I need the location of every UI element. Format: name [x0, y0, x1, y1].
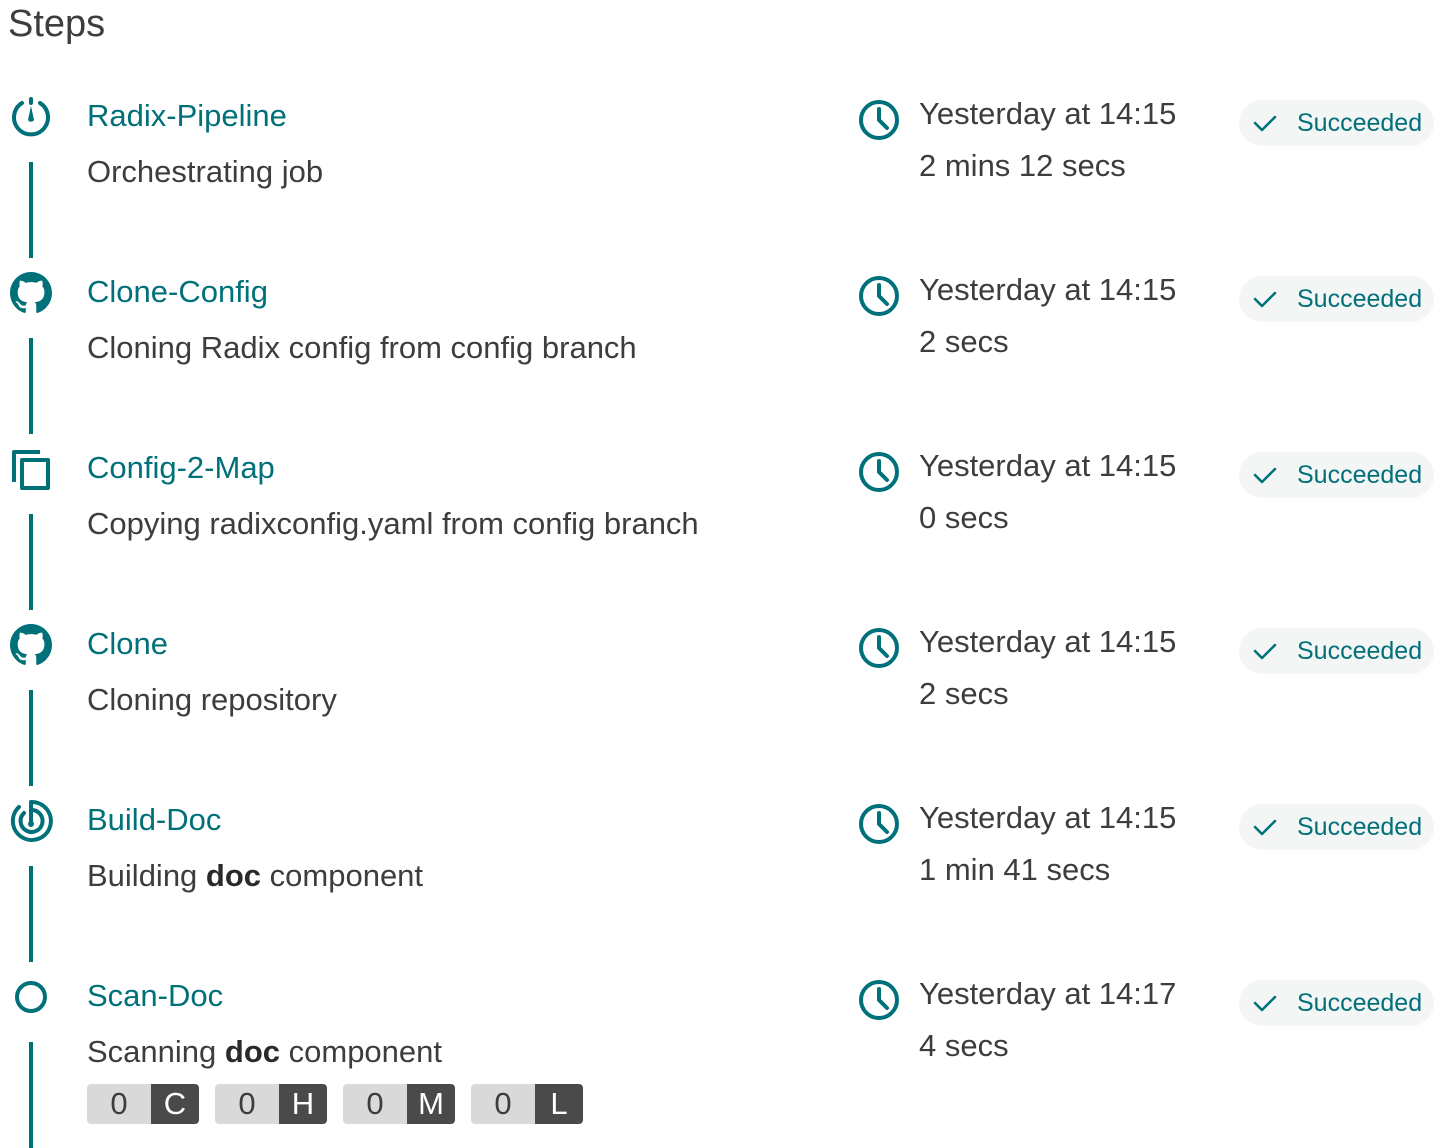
vulnerability-badge-critical: 0 C [87, 1084, 199, 1124]
clock-icon [857, 978, 901, 1022]
step-name-link[interactable]: Clone-Config [87, 272, 268, 312]
step-radix-pipeline: Radix-Pipeline Orchestrating job Yesterd… [0, 82, 1443, 258]
vulnerability-level: M [407, 1084, 455, 1124]
status-badge: Succeeded [1239, 980, 1434, 1026]
vulnerability-level: H [279, 1084, 327, 1124]
step-started-time: Yesterday at 14:15 [919, 96, 1177, 131]
vulnerability-level: L [535, 1084, 583, 1124]
vulnerability-count: 0 [343, 1084, 407, 1124]
step-duration: 0 secs [919, 500, 1009, 535]
step-description: Cloning Radix config from config branch [87, 330, 637, 365]
step-description-prefix: Scanning [87, 1034, 225, 1069]
page-title: Steps [8, 3, 106, 45]
clock-icon [857, 450, 901, 494]
status-label: Succeeded [1297, 461, 1423, 489]
vulnerability-count: 0 [87, 1084, 151, 1124]
step-description: Orchestrating job [87, 154, 324, 189]
timeline-connector [29, 866, 33, 962]
status-label: Succeeded [1297, 637, 1423, 665]
status-label: Succeeded [1297, 813, 1423, 841]
timeline-connector [29, 690, 33, 786]
vulnerability-count: 0 [471, 1084, 535, 1124]
step-started-time: Yesterday at 14:15 [919, 448, 1177, 483]
step-scan-doc: Scan-Doc Scanning doc component 0 C 0 H … [0, 962, 1443, 1148]
status-badge: Succeeded [1239, 628, 1434, 674]
step-started-time: Yesterday at 14:15 [919, 272, 1177, 307]
check-icon [1251, 637, 1279, 665]
vulnerability-level: C [151, 1084, 199, 1124]
step-name-link[interactable]: Scan-Doc [87, 976, 223, 1016]
circle-outline-icon [8, 974, 54, 1020]
step-duration: 4 secs [919, 1028, 1009, 1063]
vulnerability-summary: 0 C 0 H 0 M 0 L [87, 1084, 583, 1124]
component-name: doc [224, 1034, 281, 1069]
check-icon [1251, 813, 1279, 841]
check-icon [1251, 109, 1279, 137]
check-icon [1251, 461, 1279, 489]
timeline-connector [29, 1042, 33, 1148]
status-label: Succeeded [1297, 109, 1423, 137]
step-name-link[interactable]: Radix-Pipeline [87, 96, 287, 136]
timeline-connector [29, 514, 33, 610]
check-icon [1251, 989, 1279, 1017]
timeline-connector [29, 162, 33, 258]
step-started-time: Yesterday at 14:17 [919, 976, 1177, 1011]
step-duration: 2 secs [919, 676, 1009, 711]
step-description-suffix: component [280, 1034, 443, 1069]
github-icon [8, 622, 54, 668]
step-description: Building doc component [87, 856, 423, 896]
step-description-prefix: Building [87, 858, 206, 893]
check-icon [1251, 285, 1279, 313]
github-icon [8, 270, 54, 316]
step-description: Cloning repository [87, 682, 337, 717]
step-config-2-map: Config-2-Map Copying radixconfig.yaml fr… [0, 434, 1443, 610]
status-badge: Succeeded [1239, 100, 1434, 146]
step-description: Copying radixconfig.yaml from config bra… [87, 506, 699, 541]
step-started-time: Yesterday at 14:15 [919, 800, 1177, 835]
step-duration: 2 secs [919, 324, 1009, 359]
clock-icon [857, 802, 901, 846]
status-label: Succeeded [1297, 285, 1423, 313]
vulnerability-badge-high: 0 H [215, 1084, 327, 1124]
clock-icon [857, 98, 901, 142]
step-clone: Clone Cloning repository Yesterday at 14… [0, 610, 1443, 786]
step-duration: 2 mins 12 secs [919, 148, 1126, 183]
vulnerability-badge-medium: 0 M [343, 1084, 455, 1124]
step-description-suffix: component [261, 858, 424, 893]
vulnerability-badge-low: 0 L [471, 1084, 583, 1124]
step-duration: 1 min 41 secs [919, 852, 1111, 887]
clock-icon [857, 274, 901, 318]
clock-icon [857, 626, 901, 670]
status-badge: Succeeded [1239, 452, 1434, 498]
pipeline-gauge-icon [8, 94, 54, 140]
step-name-link[interactable]: Config-2-Map [87, 448, 275, 488]
component-name: doc [205, 858, 262, 893]
status-badge: Succeeded [1239, 804, 1434, 850]
status-badge: Succeeded [1239, 276, 1434, 322]
step-clone-config: Clone-Config Cloning Radix config from c… [0, 258, 1443, 434]
step-started-time: Yesterday at 14:15 [919, 624, 1177, 659]
vulnerability-count: 0 [215, 1084, 279, 1124]
timeline-connector [29, 338, 33, 434]
status-label: Succeeded [1297, 989, 1423, 1017]
step-description: Scanning doc component [87, 1032, 442, 1072]
step-name-link[interactable]: Clone [87, 624, 168, 664]
step-build-doc: Build-Doc Building doc component Yesterd… [0, 786, 1443, 962]
step-name-link[interactable]: Build-Doc [87, 800, 221, 840]
copy-icon [8, 446, 54, 492]
build-target-icon [8, 798, 54, 844]
